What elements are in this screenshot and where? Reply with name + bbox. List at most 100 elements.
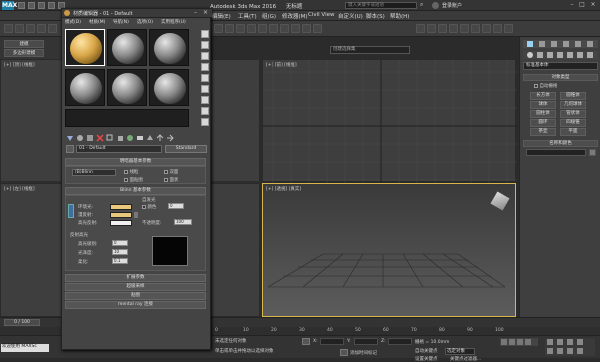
pan-icon[interactable]	[557, 348, 563, 354]
material-slot[interactable]	[107, 29, 147, 66]
wire-checkbox[interactable]: 线框	[124, 169, 138, 175]
utilities-tab-icon[interactable]	[587, 41, 593, 47]
ambient-color-swatch[interactable]	[110, 204, 132, 210]
self-illum-color-checkbox[interactable]: 颜色	[142, 204, 156, 210]
menu-item[interactable]: 选项(O)	[137, 19, 153, 25]
menu-item[interactable]: 实用程序(U)	[161, 19, 186, 25]
selection-set-dropdown[interactable]: 创建选择集	[330, 46, 410, 54]
sphere-button[interactable]: 球体	[530, 101, 556, 109]
name-color-header[interactable]: 名称和颜色	[523, 140, 598, 147]
show-end-result-icon[interactable]	[146, 134, 154, 142]
reset-map-icon[interactable]	[96, 134, 104, 142]
sign-in-link[interactable]: 登录账户	[442, 2, 462, 9]
close-icon[interactable]: ×	[589, 1, 597, 9]
checkbox[interactable]	[124, 169, 128, 174]
snap-toggle-icon[interactable]	[291, 24, 300, 33]
redo-icon[interactable]	[15, 24, 24, 33]
space-warps-icon[interactable]	[577, 52, 583, 58]
modify-tab-icon[interactable]	[539, 41, 545, 47]
set-key-button[interactable]: 设置关键点	[415, 356, 438, 362]
layer-manager-icon[interactable]	[438, 24, 447, 33]
teapot-button[interactable]: 茶壶	[530, 128, 556, 136]
geosphere-button[interactable]: 几何球体	[560, 101, 586, 109]
hierarchy-tab-icon[interactable]	[551, 41, 557, 47]
checkbox[interactable]	[142, 204, 146, 209]
search-icon[interactable]: ⌕	[420, 2, 427, 9]
field-of-view-icon[interactable]	[547, 348, 553, 354]
next-frame-icon[interactable]	[525, 339, 531, 345]
checkbox[interactable]	[124, 177, 128, 182]
shader-dropdown[interactable]: (B)Blinn	[72, 169, 116, 176]
diffuse-map-button[interactable]	[134, 212, 138, 218]
zoom-extents-all-icon[interactable]	[577, 339, 583, 345]
select-object-icon[interactable]	[214, 24, 223, 33]
menu-item[interactable]: 修改器(M)	[282, 12, 308, 20]
undo-icon[interactable]	[48, 2, 55, 9]
rendered-frame-icon[interactable]	[493, 24, 502, 33]
show-map-in-viewport-icon[interactable]	[136, 134, 144, 142]
zoom-icon[interactable]	[547, 339, 553, 345]
render-icon[interactable]	[504, 24, 513, 33]
cylinder-button[interactable]: 圆柱体	[530, 110, 556, 118]
copy-material-icon[interactable]	[106, 134, 114, 142]
zoom-all-icon[interactable]	[557, 339, 563, 345]
maximize-viewport-icon[interactable]	[577, 348, 583, 354]
put-to-scene-icon[interactable]	[76, 134, 84, 142]
rotate-icon[interactable]	[269, 24, 278, 33]
select-region-icon[interactable]	[236, 24, 245, 33]
display-tab-icon[interactable]	[575, 41, 581, 47]
viewport-label[interactable]: [+] [左] [线框]	[4, 186, 35, 192]
menu-item[interactable]: 导航(N)	[113, 19, 129, 25]
scale-icon[interactable]	[280, 24, 289, 33]
frame-counter[interactable]: 0 / 100	[4, 319, 40, 326]
make-unique-icon[interactable]	[116, 134, 124, 142]
mirror-icon[interactable]	[416, 24, 425, 33]
menu-item[interactable]: 工具(T)	[238, 12, 257, 20]
undo-icon[interactable]	[4, 24, 13, 33]
y-coordinate-input[interactable]	[354, 338, 378, 345]
systems-icon[interactable]	[587, 52, 593, 58]
cameras-icon[interactable]	[557, 52, 563, 58]
checkbox[interactable]	[534, 83, 538, 88]
background-icon[interactable]	[201, 52, 209, 60]
menu-item[interactable]: Civil View	[308, 12, 334, 18]
material-name-input[interactable]: 01 - Default	[76, 145, 162, 153]
box-button[interactable]: 长方体	[530, 92, 556, 100]
window-crossing-icon[interactable]	[247, 24, 256, 33]
object-color-swatch[interactable]	[589, 149, 596, 156]
pyramid-button[interactable]: 四棱锥	[560, 119, 586, 127]
extended-params-rollout[interactable]: 扩展参数	[65, 274, 206, 282]
search-input[interactable]: 键入关键字或短语	[345, 2, 417, 9]
maxscript-listener[interactable]: 欢迎使用 MAXSc	[1, 344, 49, 352]
shader-basic-params-rollout[interactable]: 明暗器基本参数	[65, 158, 206, 166]
z-coordinate-input[interactable]	[388, 338, 412, 345]
bind-space-warp-icon[interactable]	[48, 24, 57, 33]
backlight-icon[interactable]	[201, 41, 209, 49]
add-time-tag[interactable]: 添加时间标记	[350, 350, 377, 356]
menu-item[interactable]: 组(G)	[262, 12, 276, 20]
align-icon[interactable]	[427, 24, 436, 33]
menu-item[interactable]: 自定义(U)	[338, 12, 363, 20]
app-logo[interactable]: MAX	[2, 1, 17, 10]
object-type-header[interactable]: 对象类型	[523, 74, 598, 81]
diffuse-color-swatch[interactable]	[110, 212, 132, 218]
material-id-icon[interactable]	[126, 134, 134, 142]
material-slot[interactable]	[107, 69, 147, 106]
select-by-material-icon[interactable]	[201, 107, 209, 115]
x-coordinate-input[interactable]	[320, 338, 344, 345]
faceted-checkbox[interactable]: 面状	[164, 177, 178, 183]
sample-type-icon[interactable]	[201, 30, 209, 38]
zoom-extents-icon[interactable]	[567, 339, 573, 345]
viewport-perspective[interactable]: [+] [透视] [真实]	[262, 183, 516, 317]
video-color-check-icon[interactable]	[201, 74, 209, 82]
lock-ambient-diffuse-icon[interactable]	[68, 204, 74, 218]
auto-key-button[interactable]: 自动关键点	[415, 348, 438, 354]
lock-selection-icon[interactable]	[302, 338, 310, 345]
save-file-icon[interactable]	[38, 2, 45, 9]
tube-button[interactable]: 管状体	[560, 110, 586, 118]
soften-spinner[interactable]: 0.1	[112, 258, 128, 264]
make-preview-icon[interactable]	[201, 85, 209, 93]
render-setup-icon[interactable]	[482, 24, 491, 33]
selected-dropdown[interactable]: 选定对象	[445, 348, 475, 355]
key-filters-button[interactable]: 关键点过滤器...	[450, 356, 481, 362]
